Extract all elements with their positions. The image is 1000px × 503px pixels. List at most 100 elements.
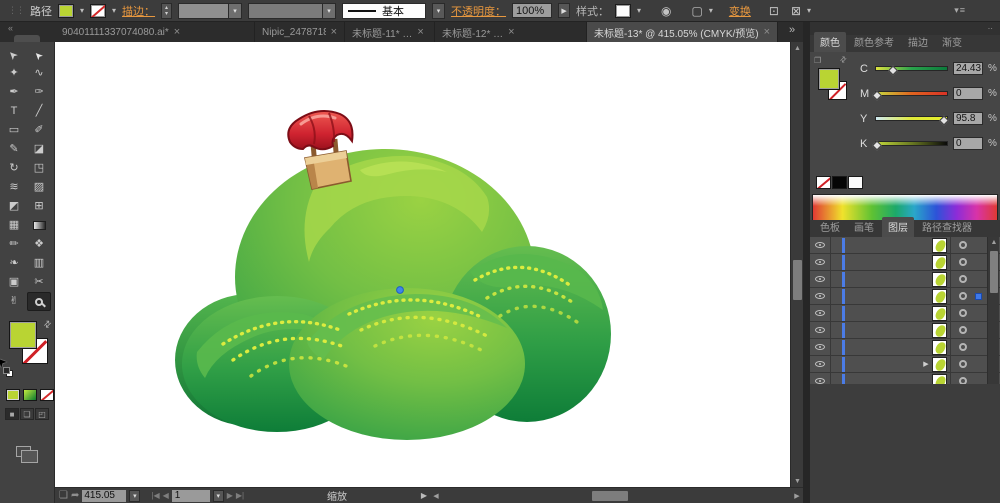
type-tool[interactable]: T: [2, 102, 26, 121]
collapse-icon[interactable]: «: [8, 23, 13, 33]
constrain-dropdown-icon[interactable]: ▾: [807, 6, 811, 15]
swap-fill-stroke-icon[interactable]: ⇄: [42, 318, 55, 331]
slider-value-input[interactable]: 0: [953, 137, 983, 150]
curvature-tool[interactable]: ✑: [27, 83, 51, 102]
visibility-cell[interactable]: [810, 339, 831, 355]
artboard-dropdown-icon[interactable]: ▾: [213, 490, 224, 502]
target-cell[interactable]: [950, 373, 975, 384]
slider-thumb[interactable]: [888, 66, 898, 76]
target-cell[interactable]: [950, 254, 975, 270]
blend-tool[interactable]: ❖: [27, 235, 51, 254]
next-artboard-icon[interactable]: ▶: [227, 491, 233, 500]
layer-thumbnail[interactable]: [932, 289, 947, 304]
horizontal-scroll-thumb[interactable]: [592, 491, 628, 501]
mesh-tool[interactable]: ▦: [2, 216, 26, 235]
dock-divider[interactable]: [803, 22, 810, 503]
brush-definition-dropdown[interactable]: 基本: [342, 3, 426, 19]
lasso-tool[interactable]: ∿: [27, 64, 51, 83]
fill-dropdown-icon[interactable]: ▾: [80, 6, 84, 15]
expand-icon[interactable]: ▶: [920, 360, 932, 368]
layers-scroll-thumb[interactable]: [990, 251, 998, 293]
artboard-tool[interactable]: ▣: [2, 273, 26, 292]
draw-behind-button[interactable]: ❏: [20, 408, 34, 420]
panel-swap-icon[interactable]: ⇄: [838, 54, 849, 65]
scroll-left-icon[interactable]: ◀: [430, 490, 442, 502]
line-segment-tool[interactable]: ╱: [27, 102, 51, 121]
visibility-cell[interactable]: [810, 373, 831, 384]
last-artboard-icon[interactable]: ▶|: [236, 491, 244, 500]
shape-builder-tool[interactable]: ◩: [2, 197, 26, 216]
tab-swatches[interactable]: 色板: [814, 217, 846, 237]
target-cell[interactable]: [950, 305, 975, 321]
status-icon-2[interactable]: ➦: [71, 490, 79, 501]
draw-inside-button[interactable]: ◰: [35, 408, 49, 420]
layer-thumbnail[interactable]: [932, 357, 947, 372]
tab-untitled-12[interactable]: 未标题-12* … ×: [435, 22, 587, 42]
scroll-right-icon[interactable]: ▶: [791, 490, 803, 502]
stroke-weight-dropdown[interactable]: ▾: [178, 3, 242, 19]
close-icon[interactable]: ×: [764, 26, 770, 38]
constrain-icon[interactable]: ⊠: [791, 4, 801, 18]
pen-tool[interactable]: ✒: [2, 83, 26, 102]
slider-thumb[interactable]: [939, 116, 949, 126]
tab-stroke[interactable]: 描边: [902, 32, 934, 52]
tab-gradient[interactable]: 渐变: [936, 32, 968, 52]
none-button[interactable]: [40, 389, 54, 401]
visibility-cell[interactable]: [810, 305, 831, 321]
opacity-input[interactable]: 100%: [512, 3, 552, 18]
visibility-cell[interactable]: [810, 271, 831, 287]
double-square-icon[interactable]: ❐: [814, 56, 821, 65]
slice-tool[interactable]: ✂: [27, 273, 51, 292]
layer-row[interactable]: [810, 373, 1000, 384]
visibility-cell[interactable]: [810, 237, 831, 253]
visibility-cell[interactable]: [810, 356, 831, 372]
target-cell[interactable]: [950, 237, 975, 253]
slider-thumb[interactable]: [872, 91, 882, 101]
zoom-dropdown-icon[interactable]: ▾: [129, 490, 140, 502]
status-icon-1[interactable]: ❏: [59, 490, 68, 501]
rotate-tool[interactable]: ↻: [2, 159, 26, 178]
target-cell[interactable]: [950, 339, 975, 355]
tab-9040-ai[interactable]: 90401111337074080.ai* ×: [55, 22, 255, 42]
close-icon[interactable]: ×: [331, 26, 337, 38]
layer-row[interactable]: [810, 305, 1000, 322]
layer-thumbnail[interactable]: [932, 306, 947, 321]
color-button[interactable]: [6, 389, 20, 401]
slider-track[interactable]: [875, 91, 948, 96]
pencil-tool[interactable]: ✎: [2, 140, 26, 159]
zoom-tool[interactable]: [27, 292, 51, 311]
slider-thumb[interactable]: [872, 141, 882, 151]
select-similar-icon[interactable]: ▢: [692, 4, 703, 18]
prev-artboard-icon[interactable]: ◀: [163, 491, 169, 500]
scale-tool[interactable]: ◳: [27, 159, 51, 178]
width-tool[interactable]: ≋: [2, 178, 26, 197]
screen-mode-button[interactable]: [16, 446, 31, 457]
column-graph-tool[interactable]: ▥: [27, 254, 51, 273]
slider-track[interactable]: [875, 116, 948, 121]
style-swatch[interactable]: [615, 4, 631, 18]
dropdown-arrow-icon[interactable]: ▾: [322, 4, 335, 18]
slider-track[interactable]: [875, 141, 948, 146]
layer-row[interactable]: [810, 322, 1000, 339]
free-transform-tool[interactable]: ▨: [27, 178, 51, 197]
tab-color[interactable]: 颜色: [814, 32, 846, 52]
close-icon[interactable]: ×: [174, 26, 180, 38]
spinner-down-icon[interactable]: ▾: [165, 11, 168, 17]
stroke-dropdown-icon[interactable]: ▾: [112, 6, 116, 15]
hand-tool[interactable]: ✌: [2, 292, 26, 311]
status-expand-icon[interactable]: ▶: [421, 491, 427, 500]
layer-row[interactable]: [810, 271, 1000, 288]
layers-scrollbar[interactable]: ▲: [987, 237, 999, 384]
tab-untitled-11[interactable]: 未标题-11* … ×: [345, 22, 435, 42]
layer-row[interactable]: [810, 254, 1000, 271]
style-dropdown-icon[interactable]: ▾: [637, 6, 641, 15]
selection-tool[interactable]: ➤: [2, 45, 26, 64]
fill-swatch[interactable]: [9, 321, 37, 349]
visibility-cell[interactable]: [810, 254, 831, 270]
width-profile-dropdown[interactable]: ▾: [248, 3, 336, 19]
draw-normal-button[interactable]: ■: [5, 408, 19, 420]
gradient-tool[interactable]: [27, 216, 51, 235]
visibility-cell[interactable]: [810, 322, 831, 338]
artboard-canvas[interactable]: [55, 42, 790, 487]
target-cell[interactable]: [950, 271, 975, 287]
